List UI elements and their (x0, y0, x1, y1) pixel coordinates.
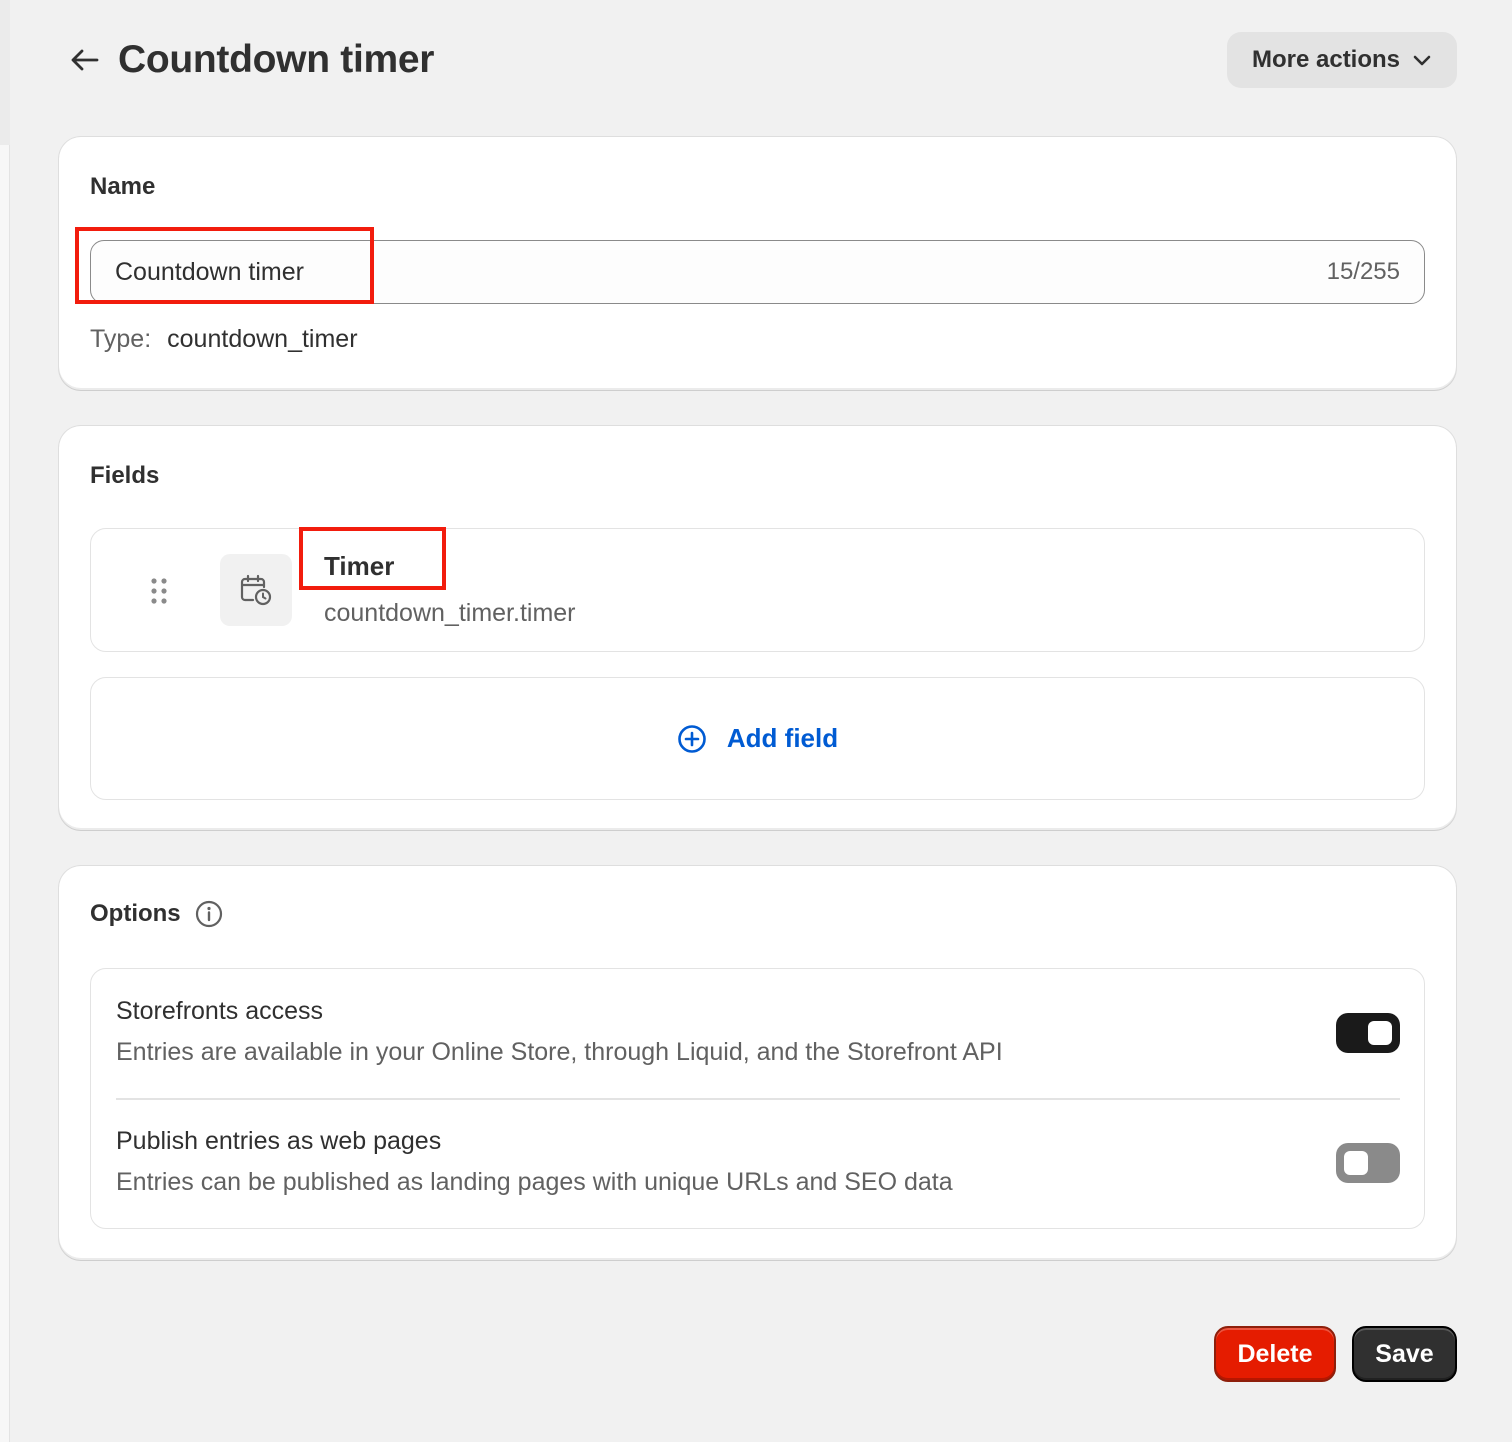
type-label: Type: (90, 325, 152, 353)
left-sidebar-edge-top (0, 0, 10, 145)
arrow-left-icon (71, 49, 99, 71)
field-key: countdown_timer.timer (324, 599, 576, 627)
chevron-down-icon (1413, 55, 1431, 66)
field-type-icon-box (220, 554, 292, 626)
option-description: Entries are available in your Online Sto… (116, 1038, 1003, 1066)
field-item[interactable]: Timer countdown_timer.timer (90, 528, 1425, 652)
storefronts-access-toggle[interactable] (1336, 1013, 1400, 1053)
info-icon[interactable] (195, 900, 223, 928)
back-button[interactable] (58, 34, 110, 86)
calendar-clock-icon (240, 574, 272, 606)
option-publish-web-pages: Publish entries as web pages Entries can… (116, 1127, 1400, 1227)
publish-web-pages-toggle[interactable] (1336, 1143, 1400, 1183)
character-count: 15/255 (1326, 258, 1400, 285)
left-sidebar-edge (0, 0, 10, 1442)
delete-button[interactable]: Delete (1214, 1326, 1336, 1382)
name-input-wrapper[interactable]: 15/255 (90, 240, 1425, 304)
plus-circle-icon (678, 724, 706, 753)
more-actions-button[interactable]: More actions (1227, 32, 1457, 88)
options-card: Options Storefronts access Entries are a… (59, 866, 1456, 1260)
add-field-button[interactable]: Add field (90, 677, 1425, 800)
name-card-title: Name (90, 173, 156, 200)
toggle-knob (1344, 1151, 1368, 1175)
drag-handle-icon[interactable] (149, 577, 169, 605)
field-name: Timer (324, 551, 395, 581)
options-title-row: Options (90, 900, 223, 928)
type-value: countdown_timer (167, 325, 358, 353)
options-card-title: Options (90, 900, 181, 927)
more-actions-label: More actions (1251, 46, 1401, 73)
name-input[interactable] (115, 257, 1327, 287)
toggle-knob (1368, 1021, 1392, 1045)
option-description: Entries can be published as landing page… (116, 1168, 953, 1196)
option-title: Storefronts access (116, 997, 324, 1025)
options-list: Storefronts access Entries are available… (90, 968, 1425, 1229)
option-storefronts-access: Storefronts access Entries are available… (116, 997, 1400, 1097)
name-card: Name 15/255 Type: countdown_timer (59, 137, 1456, 390)
option-divider (116, 1098, 1400, 1100)
type-row: Type: countdown_timer (90, 325, 358, 354)
page-header: Countdown timer More actions (60, 28, 1457, 92)
add-field-label: Add field (726, 723, 839, 753)
save-button[interactable]: Save (1352, 1326, 1457, 1382)
fields-card-title: Fields (90, 462, 160, 489)
fields-card: Fields Timer countdown_timer.timer Add f… (59, 426, 1456, 830)
option-title: Publish entries as web pages (116, 1127, 442, 1155)
page-title: Countdown timer (118, 38, 435, 81)
